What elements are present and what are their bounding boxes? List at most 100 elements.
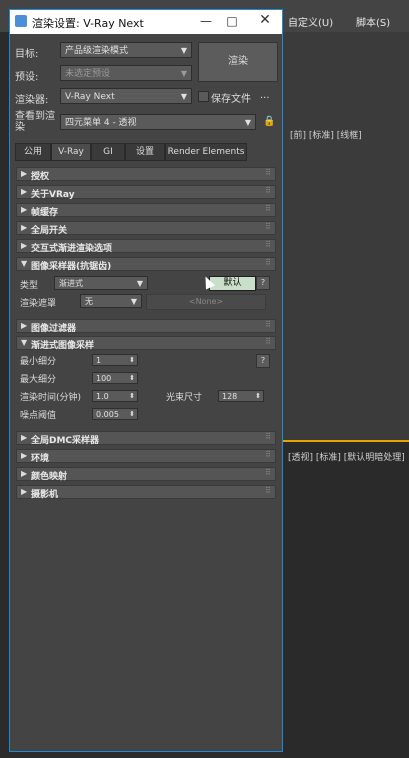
view-dropdown[interactable]: 四元菜单 4 - 透视 ▼: [60, 114, 256, 130]
max-subdivs-label: 最大细分: [20, 375, 57, 385]
render-time-spinner[interactable]: 1.0 ⬍: [92, 390, 138, 402]
expand-icon: ▶: [21, 187, 28, 196]
save-file-checkbox[interactable]: [198, 91, 209, 102]
min-subdivs-label: 最小细分: [20, 357, 57, 367]
viewport-perspective[interactable]: [283, 442, 409, 758]
rollout-image-sampler[interactable]: ▼ 图像采样器(抗锯齿) ⠿: [16, 257, 276, 272]
grip-icon: ⠿: [265, 204, 271, 213]
rollout-global-switches[interactable]: ▶ 全局开关 ⠿: [16, 221, 276, 236]
grip-icon: ⠿: [265, 258, 271, 267]
sampler-type-label: 类型: [20, 281, 39, 291]
renderer-dropdown[interactable]: V-Ray Next ▼: [60, 88, 192, 104]
target-dropdown[interactable]: 产品级渲染模式 ▼: [60, 42, 192, 58]
view-label-line1: 查看到渲: [15, 111, 55, 122]
rollout-title: 交互式渐进渲染选项: [31, 244, 113, 254]
render-mask-dropdown[interactable]: 无 ▼: [80, 294, 142, 308]
app-icon: [15, 15, 27, 27]
title-bar[interactable]: 渲染设置: V-Ray Next — □ ✕: [10, 10, 282, 34]
renderer-label: 渲染器:: [15, 95, 49, 106]
render-time-label: 渲染时间(分钟): [20, 393, 82, 403]
expand-icon: ▶: [21, 241, 28, 250]
expand-icon: ▶: [21, 487, 28, 496]
grip-icon: ⠿: [265, 240, 271, 249]
save-file-browse-button[interactable]: ...: [260, 90, 270, 101]
rollout-title: 图像过滤器: [31, 324, 77, 334]
save-file-label: 保存文件: [211, 94, 251, 105]
grip-icon: ⠿: [265, 222, 271, 231]
expand-icon: ▶: [21, 169, 28, 178]
grip-icon: ⠿: [265, 320, 271, 329]
grip-icon: ⠿: [265, 486, 271, 495]
bundle-size-label: 光束尺寸: [166, 393, 203, 403]
collapse-icon: ▼: [21, 259, 28, 268]
target-label: 目标:: [15, 49, 39, 60]
rollout-progressive-sampler[interactable]: ▼ 渐进式图像采样 ⠿: [16, 336, 276, 351]
dialog-title: 渲染设置: V-Ray Next: [32, 17, 144, 30]
grip-icon: ⠿: [265, 432, 271, 441]
bundle-size-spinner[interactable]: 128 ⬍: [218, 390, 264, 402]
rollout-global-dmc[interactable]: ▶ 全局DMC采样器 ⠿: [16, 431, 276, 446]
lock-icon[interactable]: 🔒: [263, 116, 275, 128]
noise-threshold-label: 噪点阈值: [20, 411, 57, 421]
render-mask-label: 渲染遮罩: [20, 299, 57, 309]
collapse-icon: ▼: [21, 338, 28, 347]
preset-dropdown[interactable]: 未选定预设 ▼: [60, 65, 192, 81]
render-settings-dialog: 渲染设置: V-Ray Next — □ ✕ 目标: 产品级渲染模式 ▼ 预设: …: [9, 9, 283, 752]
viewport-divider: [283, 440, 409, 442]
view-label: 查看到渲 染: [15, 111, 55, 133]
rollout-title: 帧缓存: [31, 208, 59, 218]
mask-none-button[interactable]: <None>: [146, 294, 266, 310]
rollout-about-vray[interactable]: ▶ 关于VRay ⠿: [16, 185, 276, 200]
rollout-title: 颜色映射: [31, 472, 68, 482]
rollout-title: 授权: [31, 172, 50, 182]
rollout-color-mapping[interactable]: ▶ 颜色映射 ⠿: [16, 467, 276, 482]
rollout-authorization[interactable]: ▶ 授权 ⠿: [16, 167, 276, 182]
tab-gi[interactable]: GI: [91, 143, 125, 161]
grip-icon: ⠿: [265, 168, 271, 177]
grip-icon: ⠿: [265, 468, 271, 477]
grip-icon: ⠿: [265, 186, 271, 195]
max-subdivs-spinner[interactable]: 100 ⬍: [92, 372, 138, 384]
maximize-icon[interactable]: □: [222, 14, 242, 28]
tab-settings[interactable]: 设置: [125, 143, 165, 161]
rollout-title: 渐进式图像采样: [31, 341, 95, 351]
default-button[interactable]: 默认: [209, 276, 256, 291]
preset-label: 预设:: [15, 72, 39, 83]
help-icon[interactable]: ?: [256, 276, 270, 290]
rollout-image-filter[interactable]: ▶ 图像过滤器 ⠿: [16, 319, 276, 334]
noise-threshold-spinner[interactable]: 0.005 ⬍: [92, 408, 138, 420]
tab-common[interactable]: 公用: [15, 143, 51, 161]
viewport-front-labels[interactable]: [前] [标准] [线框]: [290, 128, 362, 141]
view-label-line2: 染: [15, 122, 25, 133]
menu-script[interactable]: 脚本(S): [356, 14, 390, 29]
min-subdivs-spinner[interactable]: 1 ⬍: [92, 354, 138, 366]
viewport-front[interactable]: [283, 32, 409, 442]
rollout-ipr-options[interactable]: ▶ 交互式渐进渲染选项 ⠿: [16, 239, 276, 254]
rollout-camera[interactable]: ▶ 摄影机 ⠿: [16, 485, 276, 500]
menu-customize[interactable]: 自定义(U): [288, 14, 333, 29]
rollout-title: 关于VRay: [31, 190, 75, 200]
rollout-title: 全局DMC采样器: [31, 436, 100, 446]
expand-icon: ▶: [21, 469, 28, 478]
rollout-frame-buffer[interactable]: ▶ 帧缓存 ⠿: [16, 203, 276, 218]
grip-icon: ⠿: [265, 450, 271, 459]
rollout-title: 环境: [31, 454, 50, 464]
sampler-type-dropdown[interactable]: 渐进式 ▼: [54, 276, 148, 290]
expand-icon: ▶: [21, 433, 28, 442]
progressive-help-icon[interactable]: ?: [256, 354, 270, 368]
minimize-icon[interactable]: —: [196, 14, 216, 28]
viewport-perspective-labels[interactable]: [透视] [标准] [默认明暗处理]: [288, 450, 405, 463]
tab-render-elements[interactable]: Render Elements: [165, 143, 247, 161]
rollout-title: 图像采样器(抗锯齿): [31, 262, 112, 272]
grip-icon: ⠿: [265, 337, 271, 346]
expand-icon: ▶: [21, 451, 28, 460]
expand-icon: ▶: [21, 223, 28, 232]
close-icon[interactable]: ✕: [255, 12, 275, 28]
rollout-title: 摄影机: [31, 490, 59, 500]
tab-vray[interactable]: V-Ray: [51, 143, 91, 161]
rollout-environment[interactable]: ▶ 环境 ⠿: [16, 449, 276, 464]
rollout-title: 全局开关: [31, 226, 68, 236]
expand-icon: ▶: [21, 205, 28, 214]
expand-icon: ▶: [21, 321, 28, 330]
render-button[interactable]: 渲染: [198, 42, 278, 82]
